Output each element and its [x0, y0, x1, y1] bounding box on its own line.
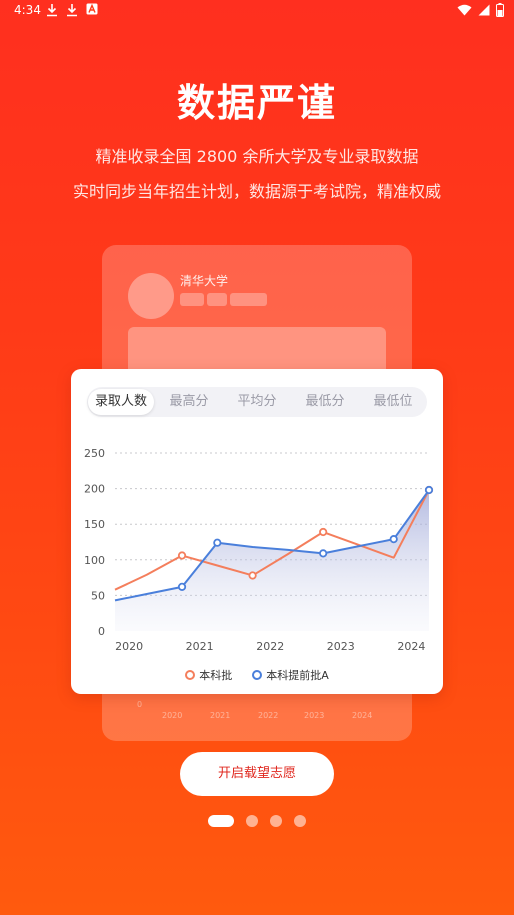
back-axis-label: 2021: [210, 711, 231, 720]
status-time: 4:34: [14, 3, 41, 17]
tag-chip: [230, 293, 267, 306]
onboarding-screen: 4:34 数据严谨 精准收录全国 2800 余所大学及专业录取数据 实时同步当年…: [0, 0, 514, 915]
x-tick-label: 2020: [115, 640, 143, 653]
back-axis-label: 2022: [258, 711, 279, 720]
page-indicator: [0, 815, 514, 827]
series-point: [319, 549, 328, 558]
legend-item: 本科提前批A: [252, 667, 329, 683]
chart-legend: 本科批 本科提前批A: [71, 667, 443, 683]
legend-marker-icon: [252, 670, 263, 680]
series-point: [424, 485, 434, 495]
school-avatar: [128, 273, 174, 319]
line-chart: 0 50 100 150 200 250 2020 2021 2022 2023 2024: [84, 447, 434, 653]
battery-icon: [496, 3, 504, 17]
y-tick-label: 200: [84, 483, 105, 496]
system-icons: [457, 3, 504, 17]
back-axis-label: 2024: [352, 711, 373, 720]
pager-dot[interactable]: [294, 815, 306, 827]
legend-label: 本科批: [199, 669, 233, 682]
pager-dot-active[interactable]: [208, 815, 234, 827]
x-tick-label: 2023: [327, 640, 355, 653]
hero-subtitle-line2: 实时同步当年招生计划，数据源于考试院，精准权威: [72, 182, 441, 201]
notification-icons: [46, 3, 98, 17]
wifi-icon: [457, 4, 472, 16]
tag-chip: [180, 293, 204, 306]
back-chart-axis: 0 2020 2021 2022 2023 2024: [132, 700, 392, 731]
x-tick-label: 2024: [397, 640, 425, 653]
y-tick-label: 250: [84, 447, 105, 460]
y-tick-label: 150: [84, 518, 105, 531]
y-tick-label: 50: [91, 589, 105, 602]
pager-dot[interactable]: [270, 815, 282, 827]
series-point: [389, 535, 398, 544]
series-point: [319, 527, 328, 537]
chart-card: 录取人数 最高分 平均分 最低分 最低位 0 50 100 150 200 250 2020…: [71, 369, 443, 694]
series-area: [115, 490, 429, 631]
y-tick-label: 100: [84, 554, 105, 567]
download-icon: [67, 4, 77, 17]
a-badge-icon: [86, 3, 98, 15]
tag-chip: [207, 293, 227, 306]
status-bar: 4:34: [0, 0, 514, 22]
legend-item: 本科批: [185, 667, 232, 683]
school-name: 清华大学: [180, 274, 229, 288]
legend-label: 本科提前批A: [266, 669, 329, 682]
signal-icon: [478, 4, 490, 16]
hero-subtitle-line1: 精准收录全国 2800 余所大学及专业录取数据: [95, 147, 419, 166]
series-point: [213, 538, 222, 547]
back-axis-label: 0: [137, 700, 143, 709]
download-icon: [47, 4, 57, 17]
hero-title: 数据严谨: [176, 81, 337, 125]
back-axis-label: 2020: [162, 711, 183, 720]
pager-dot[interactable]: [246, 815, 258, 827]
start-button[interactable]: 开启载望志愿: [180, 752, 334, 796]
series-point: [177, 551, 187, 560]
x-tick-label: 2022: [256, 640, 284, 653]
legend-marker-icon: [185, 670, 196, 680]
x-tick-label: 2021: [186, 640, 214, 653]
series-point: [177, 582, 187, 591]
series-point: [248, 571, 257, 580]
back-axis-label: 2023: [304, 711, 325, 720]
y-tick-label: 0: [98, 625, 105, 638]
